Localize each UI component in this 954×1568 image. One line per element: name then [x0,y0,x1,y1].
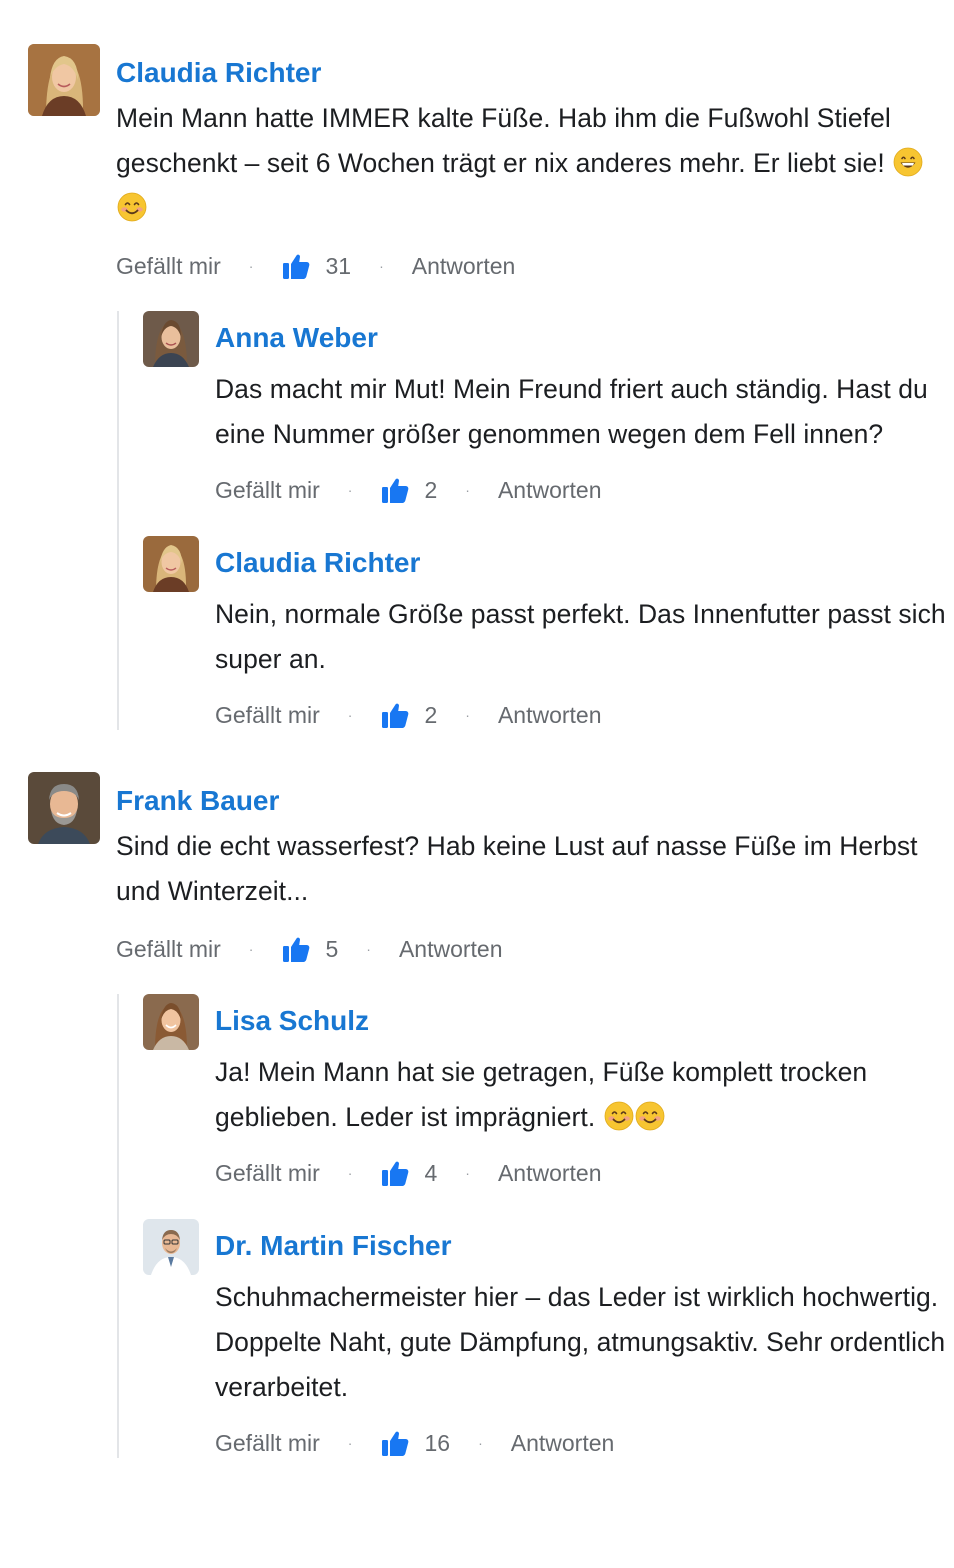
comment-actions: Gefällt mir · 5 · Antworten [116,934,954,964]
comment-author[interactable]: Anna Weber [215,321,378,355]
avatar[interactable] [143,994,199,1050]
avatar[interactable] [28,44,100,116]
like-button[interactable]: Gefällt mir [215,1160,320,1187]
like-button[interactable]: Gefällt mir [116,253,221,280]
comment-text: Ja! Mein Mann hat sie getragen, Füße kom… [215,1050,954,1140]
like-count: 5 [281,934,338,964]
avatar-martin-image [143,1219,199,1275]
comment-text: Schuhmachermeister hier – das Leder ist … [215,1282,946,1402]
comment-actions: Gefällt mir · 2 · Antworten [215,475,954,505]
like-count-value: 2 [424,701,438,728]
thumbs-up-icon [380,1428,410,1458]
smiling-face-emoji [635,1101,665,1131]
avatar-frank-image [28,772,100,844]
like-count: 31 [281,251,351,281]
separator-dot: · [248,258,254,274]
like-count: 4 [380,1158,437,1188]
separator-dot: · [347,1435,353,1451]
separator-dot: · [248,941,254,957]
thumbs-up-icon [380,1158,410,1188]
replies: Lisa Schulz Ja! Mein Mann hat sie getrag… [117,994,954,1458]
separator-dot: · [347,707,353,723]
separator-dot: · [478,1435,483,1451]
separator-dot: · [366,941,371,957]
comment-body: Anna Weber Das macht mir Mut! Mein Freun… [215,311,954,505]
comment-text-content: Ja! Mein Mann hat sie getragen, Füße kom… [215,1057,868,1132]
reply: Dr. Martin Fischer Schuhmachermeister hi… [143,1219,954,1458]
comment-text: Sind die echt wasserfest? Hab keine Lust… [116,831,918,906]
like-count: 16 [380,1428,450,1458]
like-button[interactable]: Gefällt mir [215,1430,320,1457]
comment-author[interactable]: Claudia Richter [116,56,321,90]
like-button[interactable]: Gefällt mir [215,702,320,729]
reply: Anna Weber Das macht mir Mut! Mein Freun… [143,311,954,505]
comment-author[interactable]: Dr. Martin Fischer [215,1229,452,1263]
smiling-face-emoji [604,1101,634,1131]
comment-text-content: Mein Mann hatte IMMER kalte Füße. Hab ih… [116,103,891,178]
avatar-anna-image [143,311,199,367]
comment-author[interactable]: Claudia Richter [215,546,420,580]
like-count-value: 4 [424,1159,438,1186]
avatar-claudia-image [28,44,100,116]
like-count-value: 16 [424,1429,451,1456]
like-button[interactable]: Gefällt mir [215,477,320,504]
separator-dot: · [347,482,353,498]
comment-actions: Gefällt mir · 4 · Antworten [215,1158,954,1188]
thumbs-up-icon [281,934,311,964]
separator-dot: · [465,707,470,723]
comment: Claudia Richter Mein Mann hatte IMMER ka… [28,44,954,281]
comment: Frank Bauer Sind die echt wasserfest? Ha… [28,772,954,964]
avatar-claudia-image [143,536,199,592]
like-count-value: 2 [424,476,438,503]
comment-body: Claudia Richter Mein Mann hatte IMMER ka… [116,44,954,281]
like-count: 2 [380,475,437,505]
comment-text: Das macht mir Mut! Mein Freund friert au… [215,374,928,449]
like-count: 2 [380,700,437,730]
comment-text: Nein, normale Größe passt perfekt. Das I… [215,599,946,674]
comment-body: Claudia Richter Nein, normale Größe pass… [215,536,954,730]
avatar-lisa-image [143,994,199,1050]
comment-body: Dr. Martin Fischer Schuhmachermeister hi… [215,1219,954,1458]
reply-button[interactable]: Antworten [498,477,602,504]
comment-author[interactable]: Frank Bauer [116,784,279,818]
separator-dot: · [347,1165,353,1181]
avatar[interactable] [143,1219,199,1275]
smiling-face-emoji [117,192,147,222]
grinning-face-emoji [893,147,923,177]
thumbs-up-icon [380,475,410,505]
reply-button[interactable]: Antworten [412,253,516,280]
comment-actions: Gefällt mir · 2 · Antworten [215,700,954,730]
reply: Lisa Schulz Ja! Mein Mann hat sie getrag… [143,994,954,1188]
separator-dot: · [379,258,384,274]
reply-button[interactable]: Antworten [498,1160,602,1187]
like-button[interactable]: Gefällt mir [116,936,221,963]
reply-button[interactable]: Antworten [511,1430,615,1457]
replies: Anna Weber Das macht mir Mut! Mein Freun… [117,311,954,730]
reply-button[interactable]: Antworten [399,936,503,963]
avatar[interactable] [143,536,199,592]
comment-actions: Gefällt mir · 16 · Antworten [215,1428,954,1458]
thumbs-up-icon [380,700,410,730]
avatar[interactable] [143,311,199,367]
separator-dot: · [465,1165,470,1181]
comment-thread: Claudia Richter Mein Mann hatte IMMER ka… [0,0,954,1458]
comment-body: Lisa Schulz Ja! Mein Mann hat sie getrag… [215,994,954,1188]
reply-button[interactable]: Antworten [498,702,602,729]
reply: Claudia Richter Nein, normale Größe pass… [143,536,954,730]
comment-author[interactable]: Lisa Schulz [215,1004,369,1038]
thumbs-up-icon [281,251,311,281]
comment-actions: Gefällt mir · 31 · Antworten [116,251,954,281]
comment-body: Frank Bauer Sind die echt wasserfest? Ha… [116,772,954,964]
like-count-value: 5 [325,935,339,962]
avatar[interactable] [28,772,100,844]
separator-dot: · [465,482,470,498]
comment-text: Mein Mann hatte IMMER kalte Füße. Hab ih… [116,96,954,231]
like-count-value: 31 [325,252,352,279]
